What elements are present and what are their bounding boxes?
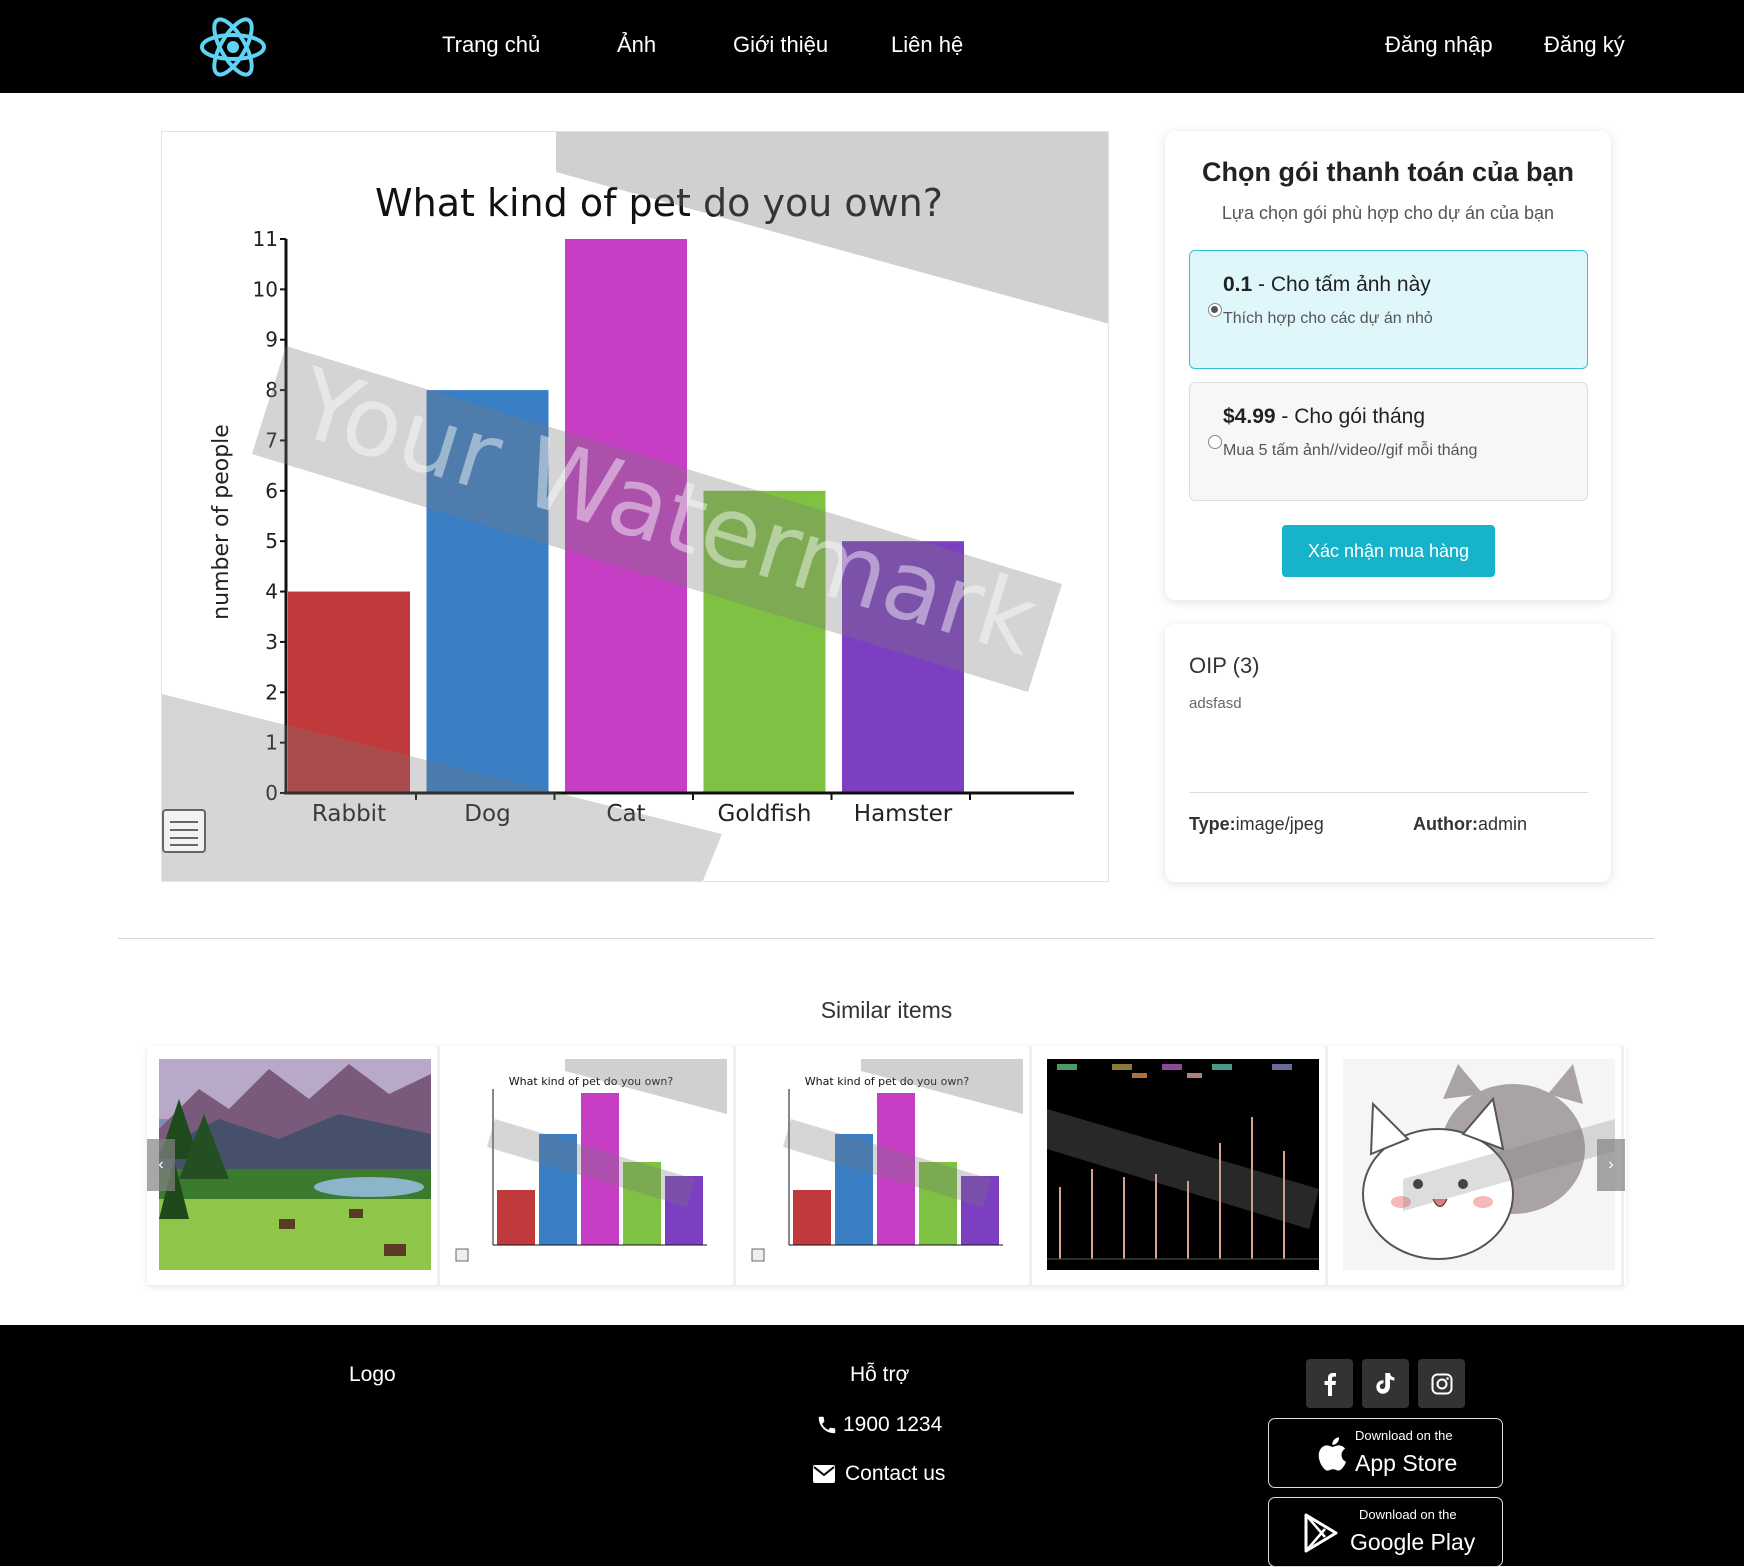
google-play-button[interactable]: Download on the Google Play (1268, 1497, 1503, 1567)
chart-y-axis-label: number of people (209, 424, 234, 620)
similar-item-image[interactable] (159, 1059, 431, 1270)
apple-icon (1318, 1437, 1346, 1471)
chart-y-tick-label: 3 (265, 630, 278, 654)
type-label: Type: (1189, 814, 1236, 834)
plan-name: - Cho tấm ảnh này (1252, 273, 1431, 296)
footer: Logo Hỗ trợ 1900 1234 Contact us Downloa… (0, 1325, 1744, 1567)
plan-description: Mua 5 tấm ảnh//video//gif mỗi tháng (1223, 442, 1478, 459)
register-link[interactable]: Đăng ký (1544, 32, 1625, 58)
react-logo-icon[interactable] (199, 14, 267, 80)
payment-subtitle: Lựa chọn gói phù hợp cho dự án của bạn (1221, 203, 1555, 223)
google-play-icon (1304, 1513, 1338, 1553)
phone-icon (818, 1416, 836, 1434)
divider (1189, 792, 1588, 793)
section-divider (118, 938, 1654, 939)
nav-link-contact[interactable]: Liên hệ (891, 32, 963, 58)
image-description: adsfasd (1189, 695, 1242, 712)
chart-x-tick-label: Goldfish (718, 801, 812, 827)
dark-chart-thumbnail (1047, 1059, 1319, 1270)
author-label: Author: (1413, 814, 1478, 834)
similar-items-title: Similar items (820, 997, 953, 1023)
google-play-big-text: Google Play (1350, 1529, 1476, 1555)
plan-description: Thích hợp cho các dự án nhỏ (1223, 310, 1433, 327)
similar-items-carousel: What kind of pet do you own? What kind o… (147, 1046, 1626, 1285)
app-store-small-text: Download on the (1355, 1428, 1453, 1443)
chart-y-tick-label: 5 (265, 529, 278, 553)
carousel-next-button[interactable]: › (1597, 1139, 1625, 1191)
chart-y-tick-label: 4 (265, 580, 278, 604)
chart-x-tick-label: Hamster (854, 801, 953, 827)
chart-y-tick-label: 2 (265, 680, 278, 704)
similar-item-image[interactable]: What kind of pet do you own? (751, 1059, 1023, 1270)
plan-price: $4.99 (1223, 405, 1276, 428)
nav-link-about[interactable]: Giới thiệu (733, 32, 828, 58)
similar-item-card[interactable] (1035, 1046, 1328, 1285)
menu-icon[interactable] (162, 809, 206, 853)
similar-item-card[interactable] (147, 1046, 440, 1285)
plan-radio-single[interactable] (1208, 303, 1222, 317)
nav-link-home[interactable]: Trang chủ (442, 32, 540, 58)
support-phone[interactable]: 1900 1234 (843, 1413, 942, 1437)
support-heading: Hỗ trợ (850, 1363, 910, 1386)
tiktok-button[interactable] (1362, 1359, 1409, 1408)
similar-item-image[interactable]: What kind of pet do you own? (455, 1059, 727, 1270)
facebook-button[interactable] (1306, 1359, 1353, 1408)
cat-sticker-thumbnail (1343, 1059, 1615, 1270)
chart-y-tick-label: 9 (265, 328, 278, 352)
confirm-purchase-button[interactable]: Xác nhận mua hàng (1282, 525, 1495, 577)
main-image-preview[interactable]: What kind of pet do you own? number of p… (161, 131, 1109, 882)
image-type: Type:image/jpeg (1189, 814, 1324, 835)
plan-price: 0.1 (1223, 273, 1253, 296)
carousel-prev-button[interactable]: ‹ (147, 1139, 175, 1191)
chart-y-tick-label: 11 (253, 227, 278, 251)
plan-name: - Cho gói tháng (1275, 405, 1425, 428)
pet-bar-chart: What kind of pet do you own? number of p… (162, 132, 1108, 881)
pet-chart-thumbnail: What kind of pet do you own? (751, 1059, 1023, 1270)
app-store-big-text: App Store (1355, 1450, 1458, 1476)
envelope-icon (813, 1465, 835, 1483)
navbar: Trang chủ Ảnh Giới thiệu Liên hệ Đăng nh… (0, 0, 1744, 93)
payment-title: Chọn gói thanh toán của bạn (1202, 157, 1574, 187)
instagram-icon (1431, 1373, 1452, 1394)
landscape-thumbnail (159, 1059, 431, 1270)
plan-heading: 0.1 - Cho tấm ảnh này (1223, 273, 1431, 297)
similar-item-image[interactable] (1343, 1059, 1615, 1270)
facebook-icon (1324, 1372, 1336, 1396)
footer-logo[interactable]: Logo (349, 1363, 396, 1387)
chart-y-tick-label: 6 (265, 479, 278, 503)
app-store-button[interactable]: Download on the App Store (1268, 1418, 1503, 1488)
google-play-small-text: Download on the (1359, 1507, 1457, 1522)
similar-item-card[interactable]: What kind of pet do you own? (739, 1046, 1032, 1285)
instagram-button[interactable] (1418, 1359, 1465, 1408)
plan-option-single[interactable]: 0.1 - Cho tấm ảnh này Thích hợp cho các … (1189, 250, 1588, 369)
payment-card: Chọn gói thanh toán của bạn Lựa chọn gói… (1165, 131, 1611, 600)
login-link[interactable]: Đăng nhập (1385, 32, 1493, 58)
plan-option-monthly[interactable]: $4.99 - Cho gói tháng Mua 5 tấm ảnh//vid… (1189, 382, 1588, 501)
similar-item-image[interactable] (1047, 1059, 1319, 1270)
nav-link-images[interactable]: Ảnh (617, 32, 656, 58)
plan-radio-monthly[interactable] (1208, 435, 1222, 449)
pet-chart-thumbnail: What kind of pet do you own? (455, 1059, 727, 1270)
plan-heading: $4.99 - Cho gói tháng (1223, 405, 1425, 429)
chart-y-tick-label: 10 (253, 277, 278, 301)
contact-us-link[interactable]: Contact us (845, 1462, 945, 1486)
tiktok-icon (1375, 1372, 1394, 1394)
image-title: OIP (3) (1189, 653, 1260, 678)
image-author: Author:admin (1413, 814, 1527, 835)
type-value: image/jpeg (1235, 814, 1324, 834)
similar-item-card[interactable]: What kind of pet do you own? (443, 1046, 736, 1285)
similar-item-card[interactable] (1331, 1046, 1624, 1285)
image-info-card: OIP (3) adsfasd Type:image/jpeg Author:a… (1165, 624, 1611, 882)
author-value: admin (1477, 814, 1528, 834)
